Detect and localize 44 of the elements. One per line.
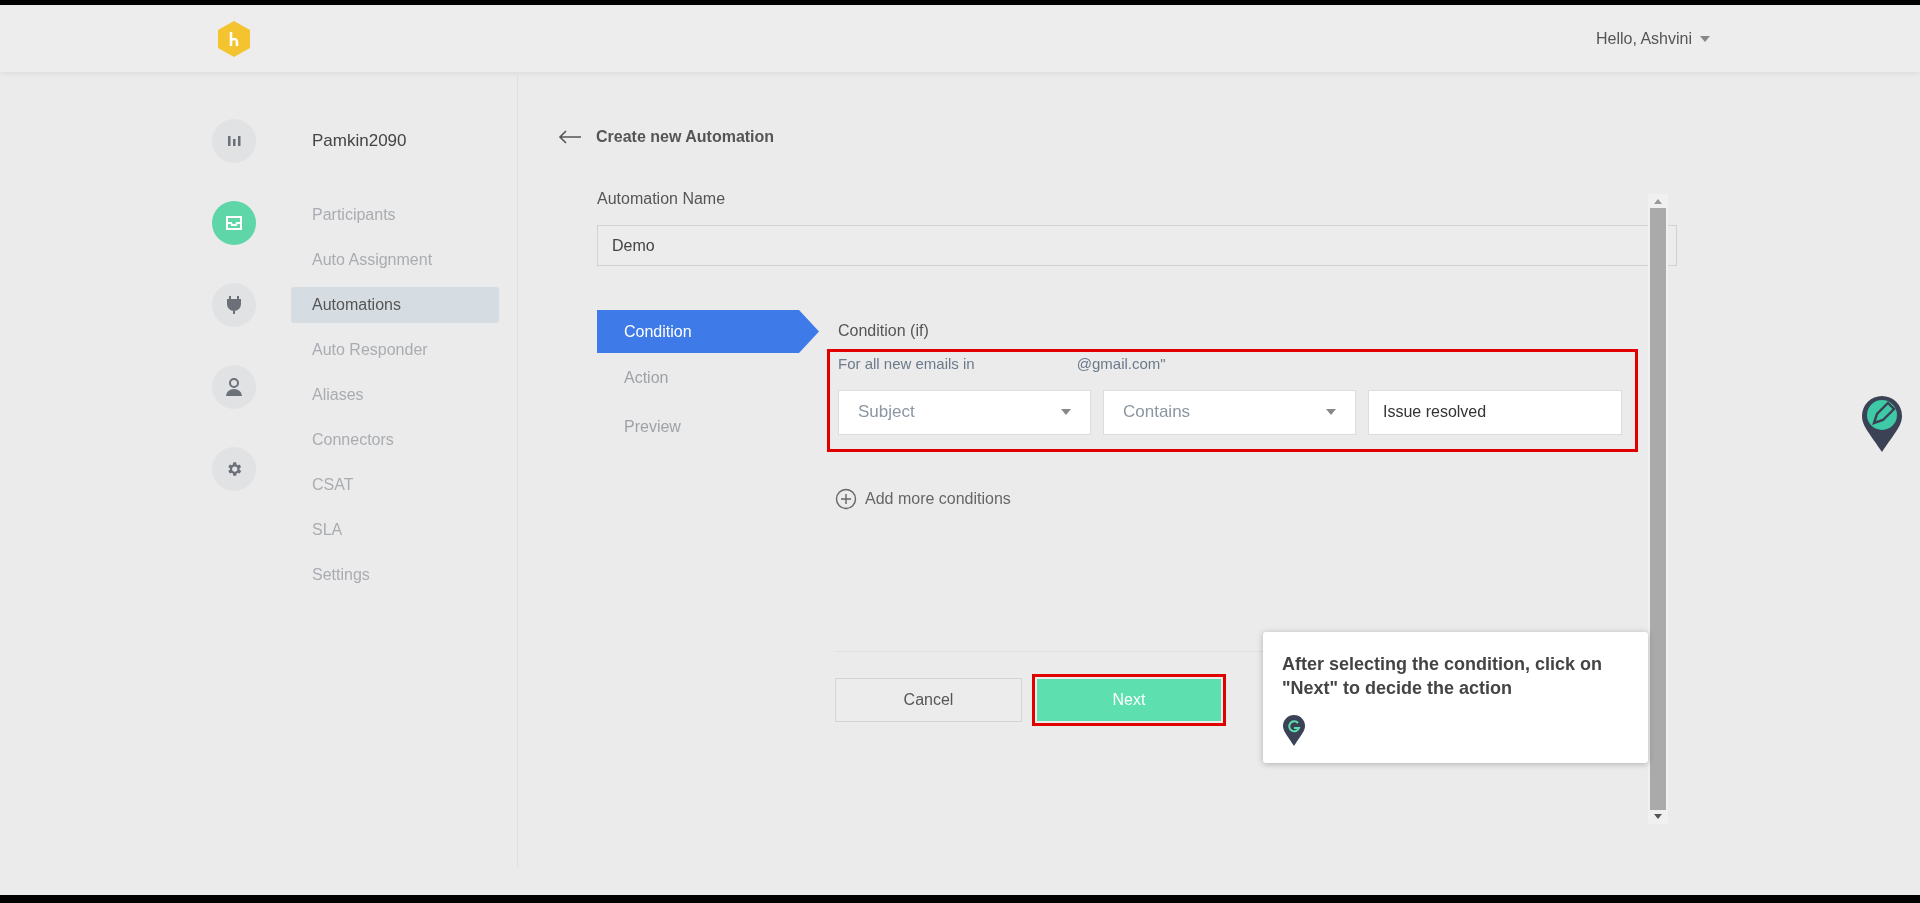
- map-pin-icon: [1282, 715, 1306, 747]
- rail-button[interactable]: [212, 447, 256, 491]
- logo-icon: [216, 19, 252, 58]
- step-tab[interactable]: Preview: [597, 402, 835, 451]
- plus-circle-icon: [835, 487, 857, 510]
- value-field[interactable]: Issue resolved: [1368, 389, 1622, 435]
- field-dropdown[interactable]: Subject: [838, 389, 1091, 435]
- workspace-name: Pamkin2090: [311, 130, 408, 152]
- sidebar-item[interactable]: Participants: [291, 196, 499, 233]
- next-button[interactable]: Next: [1037, 678, 1221, 721]
- page-title: Create new Automation: [596, 127, 775, 147]
- sidebar-item[interactable]: SLA: [291, 511, 499, 548]
- bar-chart-icon: [227, 134, 241, 148]
- tooltip-text: After selecting the condition, click on "Next" to decide the action: [1282, 653, 1604, 700]
- step-tab[interactable]: Condition: [597, 310, 819, 353]
- automation-name-field[interactable]: Demo: [597, 225, 1677, 266]
- user-icon: [226, 378, 242, 396]
- sidebar-item[interactable]: Auto Assignment: [291, 241, 499, 278]
- sidebar-item[interactable]: Auto Responder: [291, 331, 499, 368]
- field-label: Automation Name: [597, 189, 727, 209]
- add-condition-link[interactable]: Add more conditions: [835, 486, 1011, 511]
- sidebar-item[interactable]: Automations: [291, 286, 499, 323]
- cancel-button[interactable]: Cancel: [835, 677, 1022, 722]
- rail-button[interactable]: [212, 283, 256, 327]
- scope-text: @gmail.com": [1076, 354, 1166, 374]
- scrollbar-thumb[interactable]: [1650, 208, 1666, 810]
- pencil-pin-icon[interactable]: [1860, 393, 1904, 454]
- sidebar-item[interactable]: CSAT: [291, 466, 499, 503]
- caret-icon: [1700, 35, 1710, 42]
- scope-text: For all new emails in: [838, 354, 975, 374]
- step-tab[interactable]: Action: [597, 353, 835, 402]
- plug-icon: [227, 296, 241, 314]
- sidebar-item[interactable]: Connectors: [291, 421, 499, 458]
- back-arrow-icon[interactable]: [558, 130, 582, 144]
- operator-dropdown[interactable]: Contains: [1103, 389, 1356, 435]
- rail-button[interactable]: [212, 119, 256, 163]
- condition-heading: Condition (if): [837, 321, 930, 341]
- inbox-icon: [225, 215, 243, 231]
- caret-icon: [1061, 409, 1071, 415]
- sidebar-item[interactable]: Settings: [291, 556, 499, 593]
- sidebar-item[interactable]: Aliases: [291, 376, 499, 413]
- rail-button[interactable]: [212, 365, 256, 409]
- user-menu[interactable]: Hello, Ashvini: [1595, 26, 1710, 51]
- caret-icon: [1326, 409, 1336, 415]
